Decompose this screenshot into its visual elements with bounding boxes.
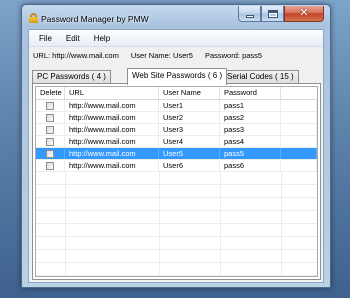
maximize-button[interactable] — [261, 6, 284, 22]
password-cell: pass4 — [220, 136, 281, 147]
close-icon: ✕ — [299, 7, 309, 19]
user-cell: User6 — [159, 160, 220, 171]
password-cell: pass1 — [220, 100, 281, 111]
grid-header: Delete URL User Name Password — [36, 87, 317, 100]
menu-bar: File Edit Help — [29, 30, 323, 47]
column-header-delete[interactable]: Delete — [36, 87, 65, 99]
password-cell: pass5 — [220, 148, 281, 159]
user-cell: User2 — [159, 112, 220, 123]
delete-checkbox[interactable] — [46, 137, 54, 146]
caption-buttons: ✕ — [238, 6, 324, 23]
column-header-user-name[interactable]: User Name — [159, 87, 220, 99]
url-cell: http://www.mail.com — [65, 136, 159, 147]
password-cell: pass2 — [220, 112, 281, 123]
table-row[interactable]: http://www.mail.com User2 pass2 — [36, 112, 317, 124]
menu-help[interactable]: Help — [87, 31, 117, 46]
info-user-name: User Name: User5 — [130, 51, 193, 60]
user-cell: User3 — [159, 124, 220, 135]
delete-checkbox[interactable] — [46, 101, 54, 110]
padlock-icon — [29, 13, 38, 23]
close-button[interactable]: ✕ — [284, 6, 324, 22]
table-row-selected[interactable]: http://www.mail.com User5 pass5 — [36, 148, 317, 160]
grid-empty-area — [36, 172, 317, 276]
grid-rows: http://www.mail.com User1 pass1 http://w… — [36, 100, 317, 172]
delete-checkbox[interactable] — [46, 149, 54, 158]
password-cell: pass3 — [220, 124, 281, 135]
tab-pc-passwords[interactable]: PC Passwords ( 4 ) — [32, 70, 111, 84]
passwords-grid[interactable]: Delete URL User Name Password http://www… — [35, 86, 318, 277]
delete-checkbox[interactable] — [46, 161, 54, 170]
user-cell: User5 — [159, 148, 220, 159]
selection-info-bar: URL: http://www.mail.com User Name: User… — [33, 51, 321, 62]
window-title: Password Manager by PMW — [41, 14, 149, 24]
app-window: Password Manager by PMW ✕ File Edit Help… — [21, 4, 331, 288]
client-area: File Edit Help URL: http://www.mail.com … — [28, 29, 324, 283]
minimize-button[interactable] — [238, 6, 261, 22]
password-cell: pass6 — [220, 160, 281, 171]
title-bar[interactable]: Password Manager by PMW ✕ — [22, 5, 330, 29]
column-header-password[interactable]: Password — [220, 87, 281, 99]
column-header-filler — [281, 87, 317, 99]
info-password: Password: pass5 — [204, 51, 263, 60]
url-cell: http://www.mail.com — [65, 148, 159, 159]
info-url: URL: http://www.mail.com — [33, 51, 119, 60]
url-cell: http://www.mail.com — [65, 100, 159, 111]
user-cell: User1 — [159, 100, 220, 111]
minimize-icon — [245, 15, 254, 18]
delete-checkbox[interactable] — [46, 125, 54, 134]
url-cell: http://www.mail.com — [65, 124, 159, 135]
url-cell: http://www.mail.com — [65, 112, 159, 123]
tab-panel: Delete URL User Name Password http://www… — [32, 83, 321, 280]
tab-serial-codes[interactable]: Serial Codes ( 15 ) — [222, 70, 299, 84]
table-row[interactable]: http://www.mail.com User4 pass4 — [36, 136, 317, 148]
table-row[interactable]: http://www.mail.com User6 pass6 — [36, 160, 317, 172]
menu-edit[interactable]: Edit — [59, 31, 87, 46]
column-header-url[interactable]: URL — [65, 87, 159, 99]
table-row[interactable]: http://www.mail.com User3 pass3 — [36, 124, 317, 136]
url-cell: http://www.mail.com — [65, 160, 159, 171]
table-row[interactable]: http://www.mail.com User1 pass1 — [36, 100, 317, 112]
maximize-icon — [267, 9, 278, 18]
delete-checkbox[interactable] — [46, 113, 54, 122]
menu-file[interactable]: File — [32, 31, 59, 46]
tab-web-site-passwords[interactable]: Web Site Passwords ( 6 ) — [127, 68, 228, 85]
user-cell: User4 — [159, 136, 220, 147]
